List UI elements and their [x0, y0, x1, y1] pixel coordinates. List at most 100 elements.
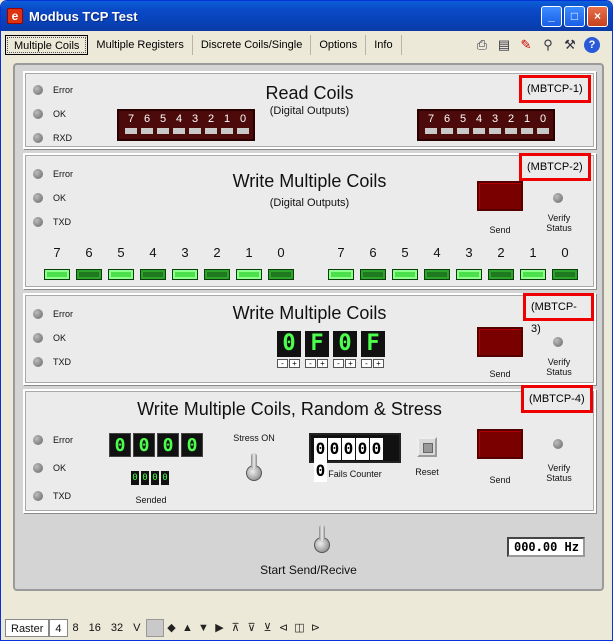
- bit-label: 4: [175, 113, 183, 125]
- hex-digit: F: [361, 331, 385, 357]
- coil-toggle-button[interactable]: [392, 269, 418, 280]
- coil-label: 0: [277, 245, 285, 260]
- coil-label: 2: [497, 245, 505, 260]
- verify-status-led: [553, 439, 563, 449]
- send-button[interactable]: [477, 327, 523, 357]
- coil-toggle-button[interactable]: [552, 269, 578, 280]
- txd-label: TXD: [53, 491, 71, 501]
- help-icon[interactable]: ?: [584, 37, 600, 53]
- pen-icon[interactable]: ✎: [518, 37, 534, 53]
- mbtcp2-tag: (MBTCP-2): [519, 153, 591, 181]
- printer-icon[interactable]: ⎙: [474, 37, 490, 53]
- panel4-title: Write Multiple Coils, Random & Stress: [137, 399, 442, 419]
- arrow-right-icon[interactable]: ▶: [212, 619, 228, 637]
- txd-led: [33, 217, 43, 227]
- bit-label: 1: [523, 113, 531, 125]
- rxd-led: [33, 133, 43, 143]
- coil-toggle-button[interactable]: [204, 269, 230, 280]
- decrement-button[interactable]: -: [305, 359, 316, 368]
- bit-label: 3: [191, 113, 199, 125]
- coil-toggle-button[interactable]: [328, 269, 354, 280]
- align-left-icon[interactable]: ⊲: [276, 619, 292, 637]
- app-logo-icon: e: [7, 8, 23, 24]
- arrow-left-icon[interactable]: ◆: [164, 619, 180, 637]
- title-bar[interactable]: e Modbus TCP Test _ □ ×: [1, 1, 612, 31]
- coil-label: 5: [401, 245, 409, 260]
- send-button[interactable]: [477, 429, 523, 459]
- coil-label: 6: [85, 245, 93, 260]
- tab-discrete-coils[interactable]: Discrete Coils/Single: [193, 35, 312, 55]
- stress-toggle-switch[interactable]: [243, 453, 265, 483]
- arrow-up-icon[interactable]: ▲: [180, 619, 196, 637]
- panel1-title: Read Coils: [265, 83, 354, 103]
- align-right-icon[interactable]: ⊳: [308, 619, 324, 637]
- send-button[interactable]: [477, 181, 523, 211]
- coil-label: 3: [465, 245, 473, 260]
- coil-toggle-button[interactable]: [44, 269, 70, 280]
- coil-toggle-button[interactable]: [172, 269, 198, 280]
- raster-v[interactable]: V: [128, 619, 145, 637]
- close-button[interactable]: ×: [587, 6, 608, 27]
- decrement-button[interactable]: -: [361, 359, 372, 368]
- bit-label: 0: [239, 113, 247, 125]
- coil-toggle-button[interactable]: [140, 269, 166, 280]
- ok-label: OK: [53, 333, 67, 343]
- read-bits-left: 76543210: [117, 109, 255, 141]
- start-toggle-switch[interactable]: [311, 525, 333, 555]
- coil-toggle-button[interactable]: [76, 269, 102, 280]
- hex-digit: 0: [333, 331, 357, 357]
- minimize-button[interactable]: _: [541, 6, 562, 27]
- random-digit: 0: [133, 433, 155, 457]
- align-top-icon[interactable]: ⊼: [228, 619, 244, 637]
- coil-toggle-button[interactable]: [424, 269, 450, 280]
- coil-toggle-button[interactable]: [360, 269, 386, 280]
- coil-label: 1: [245, 245, 253, 260]
- coil-toggle-button[interactable]: [520, 269, 546, 280]
- align-center-icon[interactable]: ◫: [292, 619, 308, 637]
- coil-label: 2: [213, 245, 221, 260]
- bit-label: 5: [459, 113, 467, 125]
- panel-write-multiple-coils-hex: Error OK TXD Write Multiple Coils (MBTCP…: [23, 293, 596, 385]
- tab-multiple-registers[interactable]: Multiple Registers: [88, 35, 193, 55]
- window-title: Modbus TCP Test: [29, 8, 138, 24]
- raster-32[interactable]: 32: [106, 619, 128, 637]
- increment-button[interactable]: +: [373, 359, 384, 368]
- coil-toggle-button[interactable]: [268, 269, 294, 280]
- coil-label: 0: [561, 245, 569, 260]
- verify-status-label: Verify Status: [546, 357, 572, 377]
- coil-label: 3: [181, 245, 189, 260]
- bit-label: 7: [427, 113, 435, 125]
- coil-toggle-button[interactable]: [456, 269, 482, 280]
- bit-label: 5: [159, 113, 167, 125]
- decrement-button[interactable]: -: [277, 359, 288, 368]
- coil-toggle-button[interactable]: [236, 269, 262, 280]
- align-middle-icon[interactable]: ⊽: [244, 619, 260, 637]
- coil-label: 7: [337, 245, 345, 260]
- align-bottom-icon[interactable]: ⊻: [260, 619, 276, 637]
- tab-options[interactable]: Options: [311, 35, 367, 55]
- arrow-down-icon[interactable]: ▼: [196, 619, 212, 637]
- verify-status-led: [553, 193, 563, 203]
- tab-info[interactable]: Info: [366, 35, 402, 55]
- raster-8[interactable]: 8: [68, 619, 84, 637]
- coil-toggle-button[interactable]: [108, 269, 134, 280]
- coil-toggle-button[interactable]: [488, 269, 514, 280]
- increment-button[interactable]: +: [317, 359, 328, 368]
- sended-digit: 0: [141, 471, 149, 485]
- hammer-icon[interactable]: ⚒: [562, 37, 578, 53]
- tools-icon[interactable]: ⚲: [540, 37, 556, 53]
- fail-digit: 0: [370, 438, 383, 460]
- tab-multiple-coils[interactable]: Multiple Coils: [5, 35, 89, 55]
- raster-16[interactable]: 16: [84, 619, 106, 637]
- decrement-button[interactable]: -: [333, 359, 344, 368]
- maximize-button[interactable]: □: [564, 6, 585, 27]
- panel-read-coils: Error OK RXD Read Coils (Digital Outputs…: [23, 71, 596, 149]
- sended-digit: 0: [161, 471, 169, 485]
- raster-4[interactable]: 4: [49, 619, 68, 637]
- error-led: [33, 435, 43, 445]
- increment-button[interactable]: +: [345, 359, 356, 368]
- raster-swatch: [145, 619, 164, 637]
- reset-button[interactable]: [417, 437, 437, 457]
- clipboard-icon[interactable]: ▤: [496, 37, 512, 53]
- increment-button[interactable]: +: [289, 359, 300, 368]
